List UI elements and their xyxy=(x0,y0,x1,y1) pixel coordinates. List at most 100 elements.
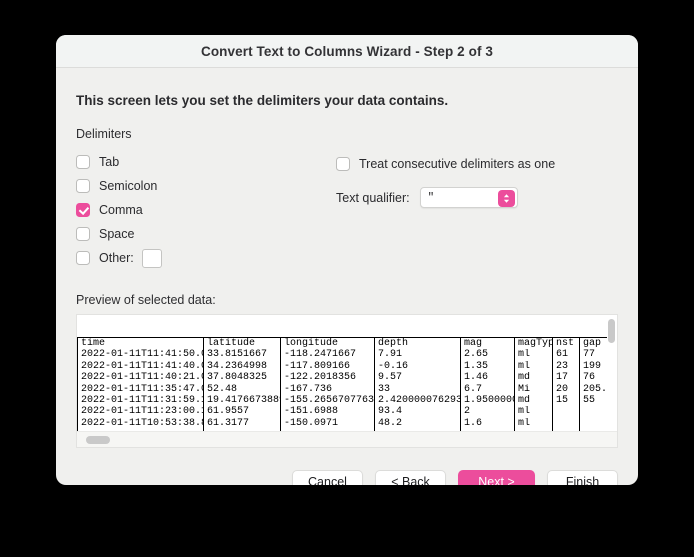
table-cell: 2022-01-11T11:41:40.030Z xyxy=(77,360,204,373)
table-cell: md xyxy=(514,372,553,384)
table-cell xyxy=(552,417,580,430)
delimiter-label-comma: Comma xyxy=(99,203,143,217)
table-cell: -118.2471667 xyxy=(280,349,375,361)
table-cell: 37.8048325 xyxy=(203,372,281,384)
chevron-up-down-icon[interactable] xyxy=(497,190,515,207)
finish-button[interactable]: Finish xyxy=(547,470,618,485)
table-cell: magType xyxy=(514,337,553,350)
preview-table-viewport[interactable]: timelatitudelongitudedepthmagmagTypenstg… xyxy=(77,337,607,431)
table-cell: 9.57 xyxy=(374,372,461,384)
delimiter-label-tab: Tab xyxy=(99,155,120,169)
table-cell: -167.736 xyxy=(280,383,375,396)
table-cell xyxy=(579,406,607,418)
preview-table: timelatitudelongitudedepthmagmagTypenstg… xyxy=(77,337,607,431)
table-row: 2022-01-11T11:23:00.169Z61.9557-151.6988… xyxy=(77,406,607,418)
table-cell: 2022-01-11T11:41:50.010Z xyxy=(77,349,204,361)
dialog-button-bar: Cancel < Back Next > Finish xyxy=(292,470,618,485)
table-cell: md xyxy=(514,395,553,407)
table-cell: 2022-01-11T10:53:38.806Z xyxy=(77,417,204,430)
back-button[interactable]: < Back xyxy=(375,470,446,485)
text-qualifier-combobox[interactable]: " xyxy=(419,187,518,208)
next-button[interactable]: Next > xyxy=(458,470,535,485)
table-header-row: timelatitudelongitudedepthmagmagTypenstg… xyxy=(77,337,607,350)
table-cell: nst xyxy=(552,337,580,350)
table-cell: 52.48 xyxy=(203,383,281,396)
delimiter-option-space[interactable]: Space xyxy=(76,222,336,246)
options-columns: Tab Semicolon Comma Space Other: Treat c… xyxy=(76,150,618,270)
treat-consecutive-delimiters-option[interactable]: Treat consecutive delimiters as one xyxy=(336,152,618,176)
delimiters-column: Tab Semicolon Comma Space Other: xyxy=(76,150,336,270)
table-cell: 199 xyxy=(579,360,607,373)
table-cell: -155.265670776367 xyxy=(280,395,375,407)
table-cell: 23 xyxy=(552,360,580,373)
table-row: 2022-01-11T10:53:38.806Z61.3177-150.0971… xyxy=(77,417,607,430)
table-row: 2022-01-11T11:35:47.000Z52.48-167.736336… xyxy=(77,383,607,396)
extra-options-column: Treat consecutive delimiters as one Text… xyxy=(336,150,618,270)
table-row: 2022-01-11T11:40:21.010Z37.8048325-122.2… xyxy=(77,372,607,384)
delimiters-section-label: Delimiters xyxy=(76,127,132,141)
table-cell: 1.35 xyxy=(460,360,515,373)
delimiter-option-comma[interactable]: Comma xyxy=(76,198,336,222)
table-cell: 1.95000005 xyxy=(460,395,515,407)
table-row: 2022-01-11T11:41:50.010Z33.8151667-118.2… xyxy=(77,349,607,361)
table-cell: -151.6988 xyxy=(280,406,375,418)
table-cell: 76 xyxy=(579,372,607,384)
checkbox-icon-other[interactable] xyxy=(76,251,90,265)
checkbox-icon-comma[interactable] xyxy=(76,203,90,217)
delimiter-label-semicolon: Semicolon xyxy=(99,179,158,193)
table-cell: 205.19 xyxy=(579,383,607,396)
delimiter-option-tab[interactable]: Tab xyxy=(76,150,336,174)
cancel-button[interactable]: Cancel xyxy=(292,470,363,485)
table-cell: Mi xyxy=(514,383,553,396)
table-cell: 55 xyxy=(579,395,607,407)
table-cell: longitude xyxy=(280,337,375,350)
preview-horizontal-scrollbar[interactable] xyxy=(77,431,617,447)
table-cell: gap xyxy=(579,337,607,350)
table-cell: 2022-01-11T11:35:47.000Z xyxy=(77,383,204,396)
table-cell: -122.2018356 xyxy=(280,372,375,384)
preview-table-body: timelatitudelongitudedepthmagmagTypenstg… xyxy=(77,337,607,431)
table-cell: 6.7 xyxy=(460,383,515,396)
checkbox-icon-space[interactable] xyxy=(76,227,90,241)
checkbox-icon-treat-consecutive[interactable] xyxy=(336,157,350,171)
other-delimiter-input[interactable] xyxy=(141,248,162,268)
table-row: 2022-01-11T11:41:40.030Z34.2364998-117.8… xyxy=(77,360,607,373)
checkbox-icon-semicolon[interactable] xyxy=(76,179,90,193)
table-cell: -150.0971 xyxy=(280,417,375,430)
text-qualifier-label: Text qualifier: xyxy=(336,190,410,205)
table-cell: ml xyxy=(514,417,553,430)
table-cell: -0.16 xyxy=(374,360,461,373)
delimiter-option-other[interactable]: Other: xyxy=(76,246,336,270)
preview-section-label: Preview of selected data: xyxy=(76,293,216,307)
table-cell: 2 xyxy=(460,406,515,418)
table-cell: 1.6 xyxy=(460,417,515,430)
table-cell: 20 xyxy=(552,383,580,396)
table-cell: ml xyxy=(514,360,553,373)
table-cell: 1.46 xyxy=(460,372,515,384)
table-cell: 19.417667388916 xyxy=(203,395,281,407)
preview-horizontal-scrollbar-thumb[interactable] xyxy=(86,436,110,444)
delimiter-label-space: Space xyxy=(99,227,135,241)
table-cell: 2.42000007629395 xyxy=(374,395,461,407)
treat-consecutive-label: Treat consecutive delimiters as one xyxy=(359,157,556,171)
table-cell: 77 xyxy=(579,349,607,361)
table-cell: mag xyxy=(460,337,515,350)
delimiter-option-semicolon[interactable]: Semicolon xyxy=(76,174,336,198)
table-cell: 61 xyxy=(552,349,580,361)
text-qualifier-row: Text qualifier: " xyxy=(336,187,618,208)
table-cell xyxy=(552,406,580,418)
table-cell: 93.4 xyxy=(374,406,461,418)
table-cell: 48.2 xyxy=(374,417,461,430)
table-cell: 61.3177 xyxy=(203,417,281,430)
table-cell: 33.8151667 xyxy=(203,349,281,361)
preview-panel: timelatitudelongitudedepthmagmagTypenstg… xyxy=(76,314,618,448)
checkbox-icon-tab[interactable] xyxy=(76,155,90,169)
table-cell: latitude xyxy=(203,337,281,350)
preview-vertical-scrollbar[interactable] xyxy=(608,319,615,343)
table-cell: 33 xyxy=(374,383,461,396)
dialog-headline: This screen lets you set the delimiters … xyxy=(76,93,449,108)
dialog-title: Convert Text to Columns Wizard - Step 2 … xyxy=(200,43,494,59)
table-cell: 2022-01-11T11:31:59.180Z xyxy=(77,395,204,407)
table-cell: 2022-01-11T11:23:00.169Z xyxy=(77,406,204,418)
table-cell: 17 xyxy=(552,372,580,384)
